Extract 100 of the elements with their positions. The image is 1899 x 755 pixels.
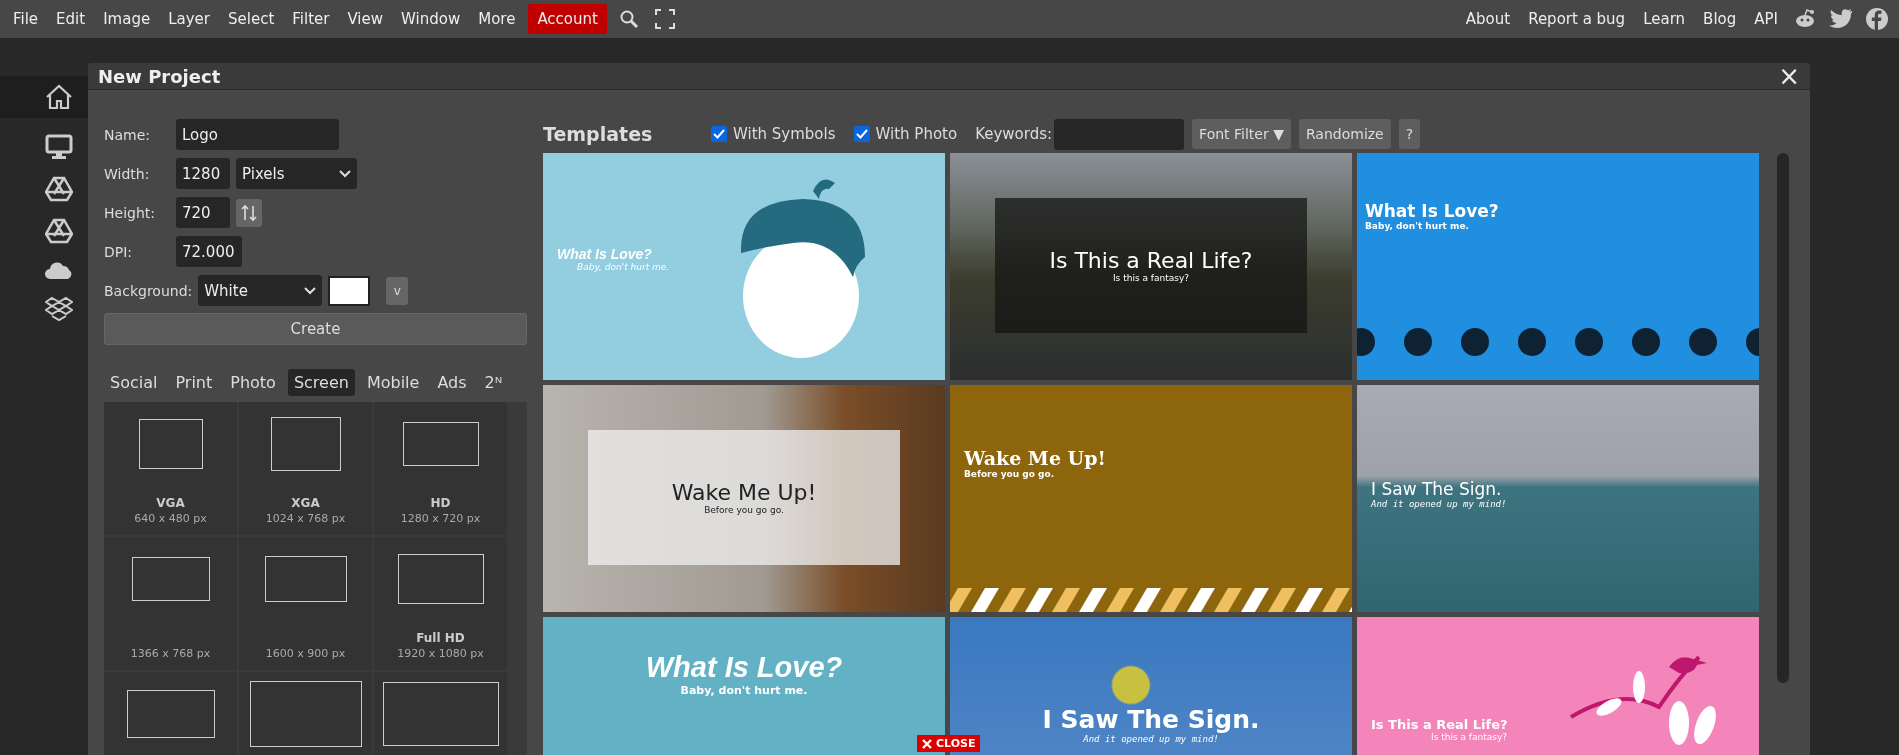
preset-size: 1024 x 768 px — [265, 512, 346, 525]
scrollbar[interactable] — [1777, 153, 1789, 683]
menu-link[interactable]: Blog — [1694, 4, 1746, 34]
canvas-shape-icon — [131, 557, 210, 601]
menu-item[interactable]: Filter — [283, 4, 339, 34]
canvas-shape-icon — [264, 556, 347, 602]
preset-name: VGA — [156, 496, 185, 510]
template-title: Wake Me Up! — [964, 447, 1107, 469]
field-label: Keywords: — [975, 125, 1053, 143]
preset-tab[interactable]: Print — [169, 369, 219, 396]
help-button[interactable]: ? — [1398, 119, 1421, 149]
color-swatch[interactable] — [328, 275, 371, 306]
triangle-drive-icon[interactable] — [45, 218, 73, 244]
randomize-button[interactable]: Randomize — [1298, 119, 1391, 149]
menu-item[interactable]: More — [469, 4, 525, 34]
dpi-field[interactable]: 72.000 — [176, 236, 242, 267]
field-label: DPI: — [104, 243, 134, 260]
triangle-drive-icon[interactable] — [45, 176, 73, 202]
template-card[interactable]: Is This a Real Life? Is this a fantasy? — [950, 153, 1352, 380]
template-subtitle: Baby, don't hurt me. — [1365, 221, 1470, 231]
preset-tab[interactable]: Photo — [224, 369, 282, 396]
template-subtitle: Before you go go. — [704, 505, 784, 515]
template-subtitle: Is this a fantasy? — [1430, 732, 1509, 742]
checkmark-icon — [713, 129, 725, 139]
fullscreen-icon[interactable] — [654, 9, 675, 29]
preset-card[interactable]: 1600 x 900 px — [239, 537, 372, 670]
home-icon[interactable] — [45, 83, 73, 111]
dialog-title: New Project — [98, 65, 221, 87]
template-card[interactable]: Wake Me Up! Before you go go. — [543, 385, 945, 612]
template-title: What Is Love? — [1365, 201, 1500, 221]
canvas-shape-icon — [270, 417, 341, 471]
chevron-down-icon — [304, 286, 317, 295]
preset-tab[interactable]: Screen — [287, 369, 355, 396]
menu-item[interactable]: Image — [94, 4, 160, 34]
template-title: Is This a Real Life? — [1371, 717, 1509, 732]
background-dropdown[interactable]: White — [198, 275, 323, 306]
menu-item[interactable]: Edit — [47, 4, 95, 34]
template-card[interactable]: Wake Me Up! Before you go go. — [950, 385, 1352, 612]
field-label: Width: — [104, 165, 151, 182]
preset-tab[interactable]: Social — [104, 369, 164, 396]
with-photo-checkbox[interactable]: With Photo — [853, 125, 958, 143]
color-menu-button[interactable]: v — [386, 276, 409, 305]
menu-item[interactable]: Select — [219, 4, 284, 34]
checkmark-icon — [855, 129, 868, 139]
facebook-icon[interactable] — [1865, 7, 1889, 31]
preset-card[interactable]: HD 1280 x 720 px — [374, 402, 507, 535]
monitor-icon[interactable] — [45, 134, 73, 160]
template-title: I Saw The Sign. — [1371, 478, 1502, 499]
preset-card[interactable]: VGA 640 x 480 px — [104, 402, 237, 535]
keywords-field[interactable] — [1054, 118, 1185, 150]
search-icon[interactable] — [618, 9, 639, 29]
menu-item[interactable]: View — [338, 4, 393, 34]
width-field[interactable]: 1280 — [176, 158, 230, 189]
template-card[interactable]: I Saw The Sign. And it opened up my mind! — [1357, 385, 1759, 612]
menu-item[interactable]: Window — [392, 4, 470, 34]
template-subtitle: And it opened up my mind! — [1371, 498, 1508, 509]
preset-name: XGA — [291, 496, 320, 510]
preset-card[interactable]: XGA 1024 x 768 px — [239, 402, 372, 535]
field-label: Background: — [104, 282, 193, 299]
swap-icon[interactable] — [236, 198, 262, 227]
menu-link[interactable]: About — [1456, 4, 1520, 34]
preset-size: 1920 x 1080 px — [397, 647, 484, 660]
template-subtitle: And it opened up my mind! — [1083, 734, 1219, 744]
preset-size: 640 x 480 px — [134, 512, 207, 525]
preset-name: HD — [430, 496, 451, 510]
menu-link[interactable]: API — [1745, 4, 1787, 34]
cloud-icon[interactable] — [44, 260, 74, 280]
canvas-shape-icon — [402, 422, 479, 466]
template-subtitle: Before you go go. — [964, 469, 1056, 479]
unit-dropdown[interactable]: Pixels — [236, 158, 357, 189]
menu-item[interactable]: File — [4, 4, 48, 34]
create-button[interactable]: Create — [104, 313, 527, 345]
name-field[interactable]: Logo — [176, 119, 339, 150]
preset-card[interactable]: Full HD 1920 x 1080 px — [374, 537, 507, 670]
dropbox-icon[interactable] — [45, 296, 73, 322]
preset-size: 1366 x 768 px — [130, 647, 211, 660]
close-ad-button[interactable]: CLOSE — [917, 735, 981, 752]
field-label: Height: — [104, 204, 156, 221]
canvas-shape-icon — [249, 681, 362, 747]
account-button[interactable]: Account — [528, 4, 607, 34]
template-title: Is This a Real Life? — [1049, 248, 1253, 273]
bird-icon[interactable] — [1829, 8, 1853, 30]
preset-tab[interactable]: 2ᴺ — [478, 369, 509, 396]
menu-link[interactable]: Report a bug — [1519, 4, 1635, 34]
canvas-shape-icon — [397, 554, 484, 604]
template-title: Wake Me Up! — [671, 480, 817, 505]
preset-card[interactable]: 1366 x 768 px — [104, 537, 237, 670]
template-title: What Is Love? — [645, 651, 843, 684]
menu-link[interactable]: Learn — [1634, 4, 1695, 34]
font-filter-button[interactable]: Font Filter ▼ — [1192, 119, 1291, 149]
template-title: What Is Love? — [557, 245, 653, 262]
template-subtitle: Baby, don't hurt me. — [576, 261, 671, 272]
preset-tab[interactable]: Mobile — [360, 369, 426, 396]
with-symbols-checkbox[interactable]: With Symbols — [711, 125, 836, 143]
template-subtitle: Is this a fantasy? — [1112, 273, 1190, 283]
height-field[interactable]: 720 — [176, 197, 230, 228]
preset-tab[interactable]: Ads — [431, 369, 473, 396]
close-button[interactable]: × — [1778, 63, 1800, 89]
close-icon — [922, 738, 932, 749]
menu-item[interactable]: Layer — [159, 4, 219, 34]
